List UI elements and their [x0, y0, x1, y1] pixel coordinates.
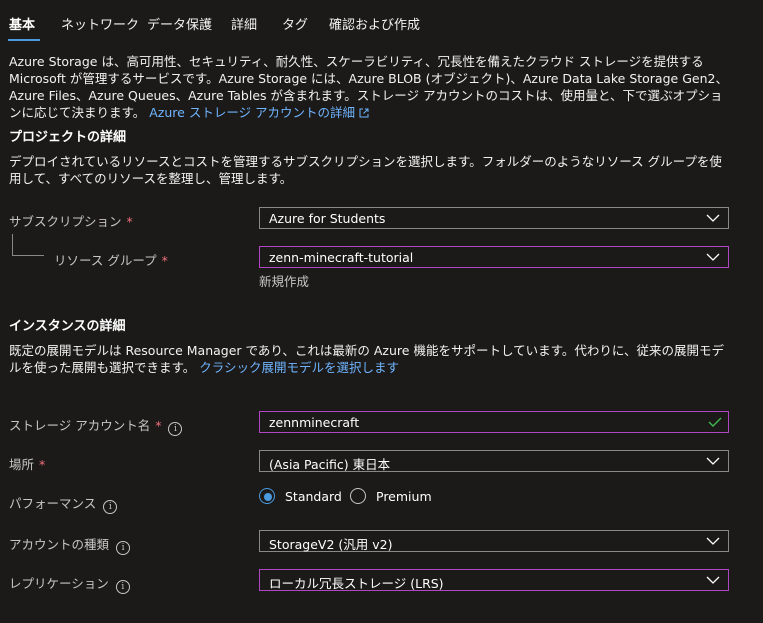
tab-data-protection[interactable]: データ保護	[147, 14, 212, 33]
required-marker: *	[155, 418, 162, 433]
resource-group-value: zenn-minecraft-tutorial	[269, 250, 414, 265]
account-kind-label: アカウントの種類 i	[9, 534, 131, 555]
checkmark-icon	[708, 417, 722, 427]
required-marker: *	[39, 457, 46, 472]
account-kind-value: StorageV2 (汎用 v2)	[269, 537, 393, 552]
intro-paragraph: Azure Storage は、高可用性、セキュリティ、耐久性、スケーラビリティ…	[9, 53, 733, 121]
classic-deployment-link[interactable]: クラシック展開モデルを選択します	[199, 360, 399, 375]
account-name-value: zennminecraft	[269, 415, 360, 430]
performance-label: パフォーマンス i	[9, 493, 118, 514]
tab-advanced[interactable]: 詳細	[231, 14, 257, 33]
tree-connector	[12, 234, 13, 255]
tree-connector-horizontal	[12, 255, 44, 256]
location-dropdown[interactable]: (Asia Pacific) 東日本	[259, 450, 729, 472]
tab-tags[interactable]: タグ	[282, 14, 308, 33]
tab-basics[interactable]: 基本	[9, 14, 35, 33]
subscription-label: サブスクリプション *	[9, 214, 133, 229]
replication-dropdown[interactable]: ローカル冗長ストレージ (LRS)	[259, 569, 729, 591]
location-label: 場所 *	[9, 457, 46, 472]
location-value: (Asia Pacific) 東日本	[269, 457, 391, 472]
replication-value: ローカル冗長ストレージ (LRS)	[269, 576, 444, 591]
external-link-icon	[359, 108, 369, 118]
chevron-down-icon	[706, 253, 720, 261]
account-kind-dropdown[interactable]: StorageV2 (汎用 v2)	[259, 530, 729, 552]
account-name-label: ストレージ アカウント名 * i	[9, 415, 183, 436]
active-tab-indicator	[8, 39, 40, 41]
project-details-heading: プロジェクトの詳細	[9, 130, 127, 145]
chevron-down-icon	[706, 576, 720, 584]
chevron-down-icon	[706, 537, 720, 545]
subscription-dropdown[interactable]: Azure for Students	[259, 207, 729, 229]
info-icon[interactable]: i	[168, 422, 183, 436]
subscription-value: Azure for Students	[269, 211, 386, 226]
create-new-link[interactable]: 新規作成	[259, 271, 309, 290]
required-marker: *	[161, 253, 168, 268]
account-name-input[interactable]: zennminecraft	[259, 411, 729, 433]
project-description: デプロイされているリソースとコストを管理するサブスクリプションを選択します。フォ…	[9, 154, 722, 186]
required-marker: *	[126, 214, 133, 229]
performance-standard-label: Standard	[285, 489, 342, 504]
tab-bar: 基本 ネットワーク データ保護 詳細 タグ 確認および作成	[0, 0, 763, 42]
resource-group-dropdown[interactable]: zenn-minecraft-tutorial	[259, 246, 729, 268]
radio-selected-icon	[259, 488, 275, 504]
instance-description: 既定の展開モデルは Resource Manager であり、これは最新の Az…	[9, 342, 733, 376]
info-icon[interactable]: i	[115, 580, 130, 594]
tab-review-create[interactable]: 確認および作成	[329, 14, 420, 33]
resource-group-label: リソース グループ *	[54, 253, 168, 268]
chevron-down-icon	[706, 214, 720, 222]
instance-details-heading: インスタンスの詳細	[9, 319, 126, 334]
info-icon[interactable]: i	[116, 541, 131, 555]
radio-unselected-icon	[350, 488, 366, 504]
replication-label: レプリケーション i	[9, 573, 130, 594]
info-icon[interactable]: i	[103, 500, 118, 514]
tab-network[interactable]: ネットワーク	[61, 14, 139, 33]
storage-account-details-link[interactable]: Azure ストレージ アカウントの詳細	[149, 105, 369, 120]
performance-premium-label: Premium	[376, 489, 432, 504]
chevron-down-icon	[706, 457, 720, 465]
